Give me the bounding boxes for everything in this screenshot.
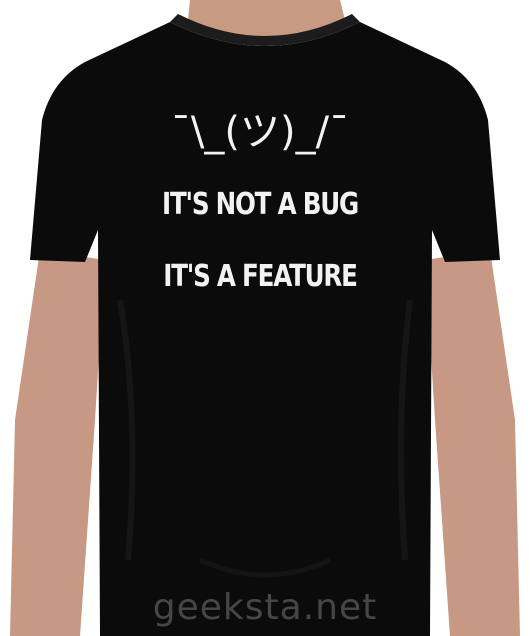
watermark: geeksta.net (152, 587, 378, 628)
right-arm (425, 250, 520, 636)
shirt-print: ¯\_(ツ)_/¯ IT'S NOT A BUG IT'S A FEATURE (110, 108, 410, 298)
tshirt-illustration (10, 0, 520, 636)
slogan-line-1: IT'S NOT A BUG (162, 187, 359, 222)
shrug-emoticon: ¯\_(ツ)_/¯ (170, 109, 350, 155)
product-photo: ¯\_(ツ)_/¯ IT'S NOT A BUG IT'S A FEATURE … (0, 0, 530, 636)
left-arm (10, 250, 105, 636)
slogan-line-2: IT'S A FEATURE (163, 259, 358, 294)
